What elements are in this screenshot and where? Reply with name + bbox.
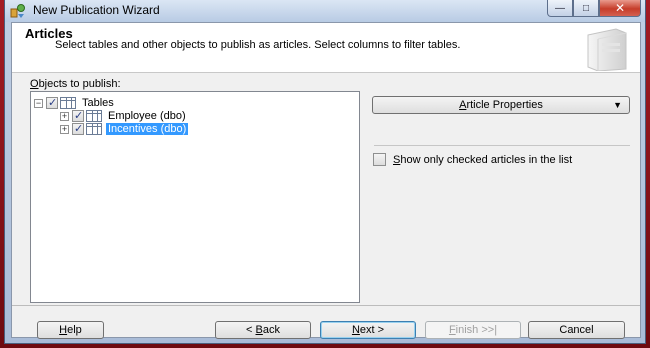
finish-button[interactable]: Finish >>| [425, 321, 521, 339]
tree-node-label: Tables [82, 97, 114, 109]
window-title: New Publication Wizard [33, 3, 160, 17]
employee-checkbox[interactable]: ✓ [72, 110, 84, 122]
close-icon: ✕ [614, 1, 626, 15]
check-mark-icon: ✓ [74, 110, 84, 122]
table-folder-icon [60, 97, 76, 109]
check-mark-icon: ✓ [74, 123, 84, 135]
tree-node-label-selected: Incentives (dbo) [106, 123, 189, 135]
show-only-checked-checkbox[interactable] [373, 153, 386, 166]
collapse-icon[interactable]: − [34, 98, 43, 108]
wizard-window: New Publication Wizard — □ ✕ Articles Se… [4, 0, 646, 344]
tree-node-label: Employee (dbo) [108, 110, 186, 122]
minimize-icon: — [555, 2, 565, 14]
title-bar[interactable]: New Publication Wizard — □ ✕ [5, 0, 645, 22]
check-mark-icon: ✓ [48, 97, 58, 109]
minimize-button[interactable]: — [547, 0, 573, 17]
back-button[interactable]: < Back [215, 321, 311, 339]
wizard-app-icon [10, 4, 25, 18]
tree-node-employee[interactable]: + ✓ Employee (dbo) [60, 109, 188, 123]
expand-icon[interactable]: + [60, 124, 69, 134]
expand-icon[interactable]: + [60, 111, 69, 121]
window-controls: — □ ✕ [547, 0, 641, 17]
table-icon [86, 110, 102, 122]
tree-node-incentives[interactable]: + ✓ Incentives (dbo) [60, 122, 189, 136]
divider [374, 145, 630, 146]
objects-tree[interactable]: − ✓ Tables + ✓ Employee (dbo) + ✓ Incent… [30, 91, 360, 303]
show-only-checked-label: Show only checked articles in the list [393, 153, 573, 166]
maximize-button[interactable]: □ [573, 0, 599, 17]
dropdown-arrow-icon: ▼ [613, 100, 622, 110]
incentives-checkbox[interactable]: ✓ [72, 123, 84, 135]
footer-divider [12, 305, 640, 306]
article-properties-button[interactable]: Article Properties ▼ [372, 96, 630, 114]
next-button[interactable]: Next > [320, 321, 416, 339]
close-button[interactable]: ✕ [599, 0, 641, 17]
tables-checkbox[interactable]: ✓ [46, 97, 58, 109]
wizard-content: Articles Select tables and other objects… [11, 22, 641, 339]
show-only-checked-option[interactable]: Show only checked articles in the list [373, 153, 572, 166]
wizard-banner-icon [587, 28, 627, 71]
table-icon [86, 123, 102, 135]
page-header: Articles Select tables and other objects… [12, 23, 640, 73]
objects-to-publish-label: Objects to publish: [30, 78, 121, 90]
maximize-icon: □ [582, 2, 590, 14]
cancel-button[interactable]: Cancel [528, 321, 625, 339]
page-description: Select tables and other objects to publi… [55, 39, 461, 51]
tree-node-tables[interactable]: − ✓ Tables [34, 96, 116, 110]
help-button[interactable]: Help [37, 321, 104, 339]
